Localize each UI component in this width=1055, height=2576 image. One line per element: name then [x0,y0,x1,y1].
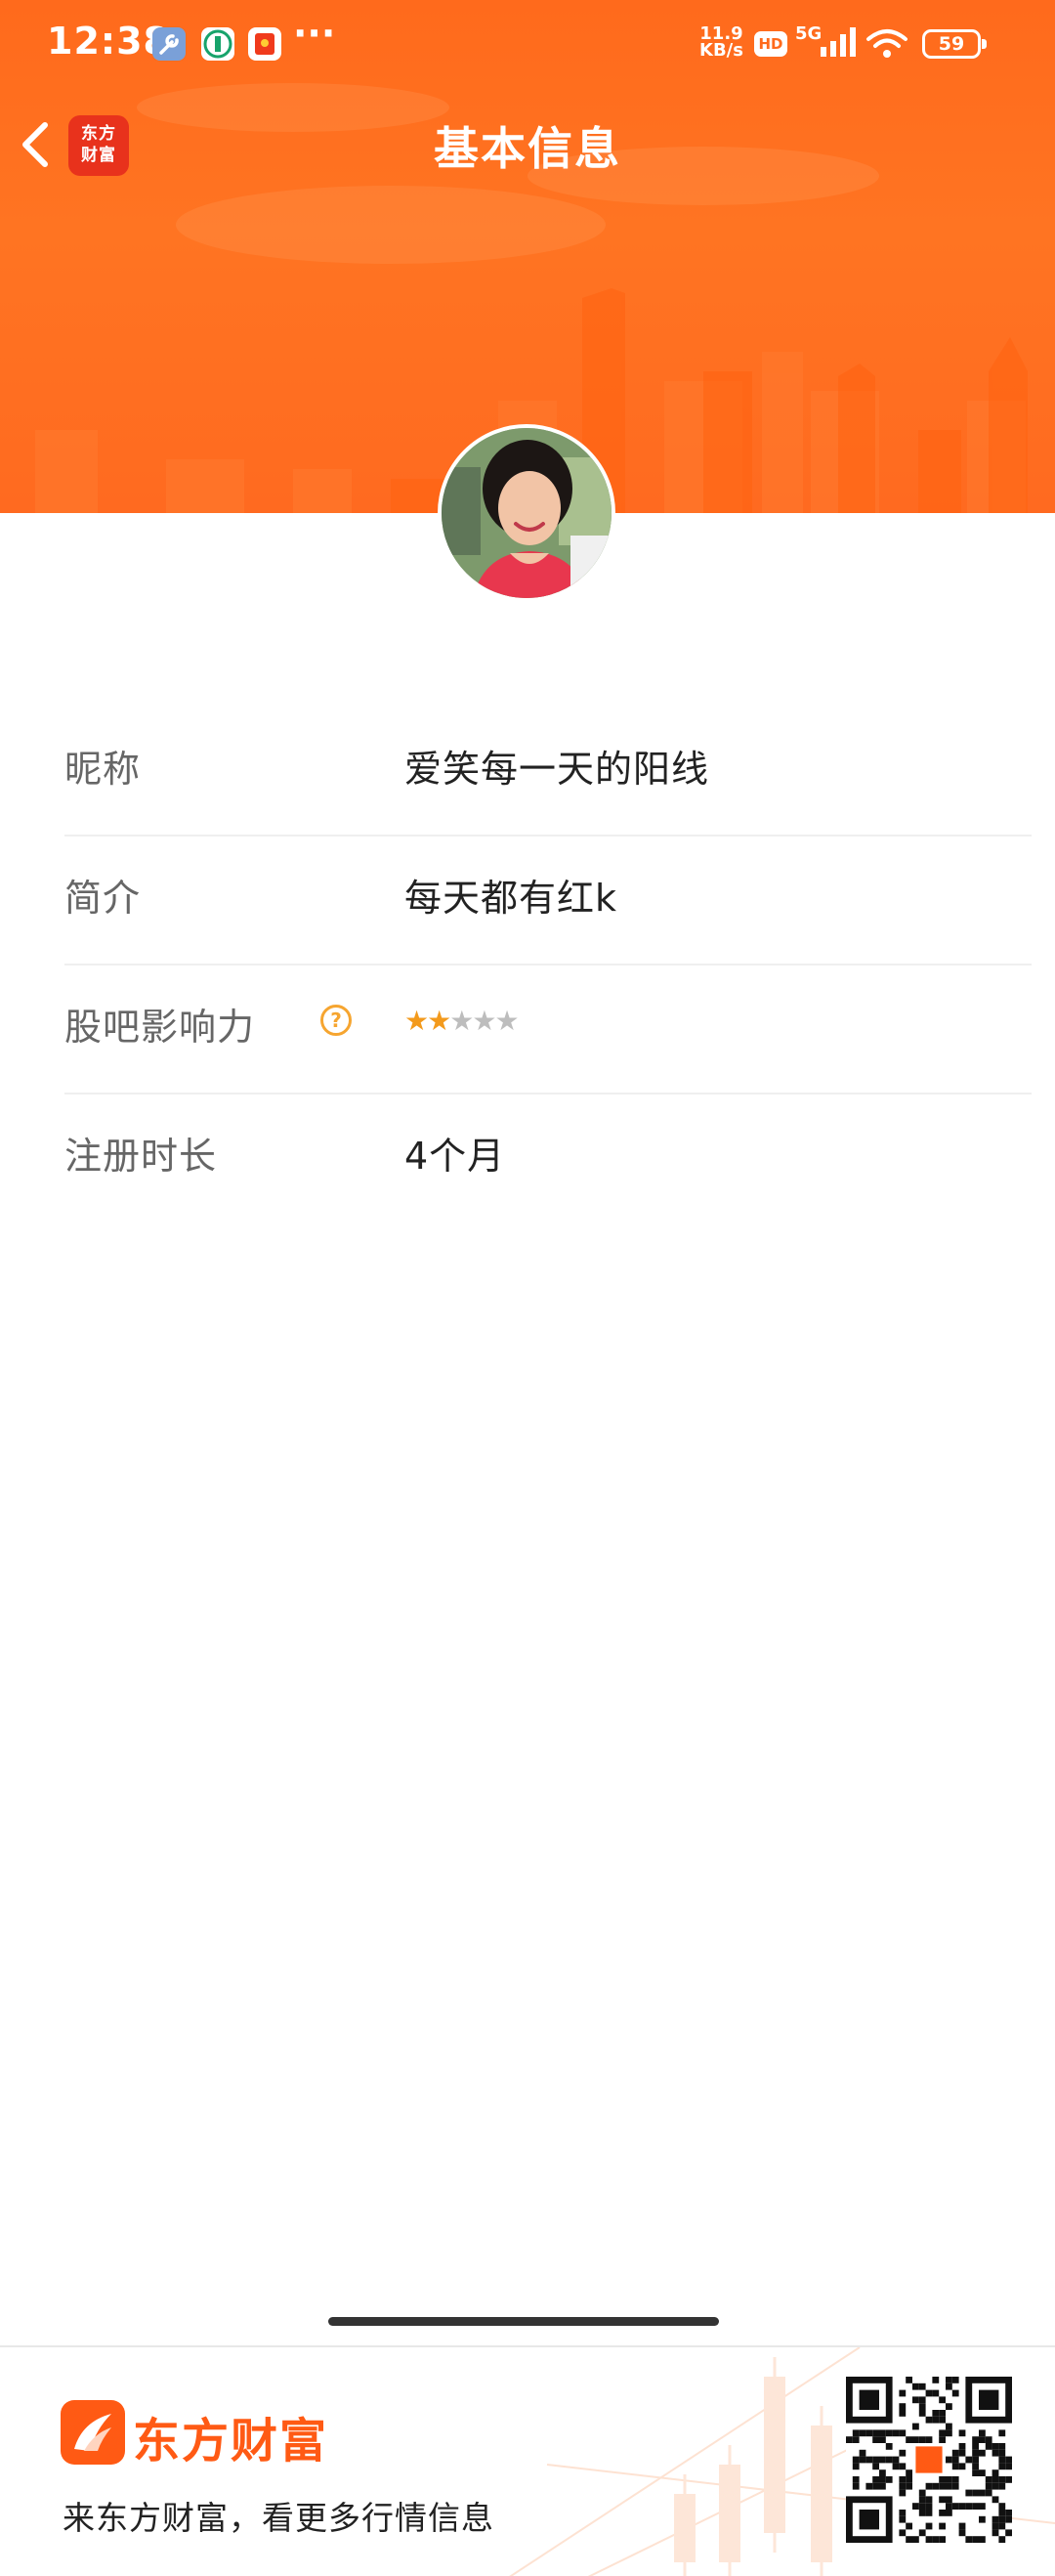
more-notifications-icon: ··· [293,12,336,55]
info-row-registration: 注册时长 4个月 [64,1095,1032,1224]
star-filled-icon: ★ [404,1005,429,1037]
info-row-bio: 简介 每天都有红k [64,837,1032,966]
banner-slogan: 来东方财富，看更多行情信息 [63,2499,494,2537]
home-indicator[interactable] [328,2317,719,2326]
battery-indicator: 59 [922,29,987,59]
star-empty-icon: ★ [449,1005,474,1037]
nickname-label: 昵称 [64,748,142,791]
bio-value: 每天都有红k [404,877,618,920]
nickname-value: 爱笑每一天的阳线 [404,748,710,791]
question-mark-icon[interactable]: ? [320,1005,352,1036]
brand-name: 东方财富 [133,2414,329,2469]
brand-logo-icon [61,2400,125,2465]
registration-value: 4个月 [404,1135,506,1178]
profile-basic-info-page: 12:38 ··· 11.9 KB/s HD 5G 59 东方 财富 基本信息 … [0,0,1055,2576]
network-speed: 11.9 KB/s [699,25,743,61]
qr-code [846,2377,1012,2543]
info-row-influence: 股吧影响力 ? ★★★★★ [64,966,1032,1095]
green-app-icon [201,27,234,61]
red-envelope-icon [248,27,281,61]
download-app-banner[interactable]: 东方财富 来东方财富，看更多行情信息 [0,2345,1055,2576]
influence-star-rating: ★★★★★ [404,1005,520,1037]
avatar-photo [442,428,612,598]
status-bar: 12:38 ··· 11.9 KB/s HD 5G 59 [0,0,1055,90]
influence-label: 股吧影响力 [64,1006,256,1049]
star-filled-icon: ★ [427,1005,451,1037]
wrench-app-icon [152,27,186,61]
page-title: 基本信息 [434,122,621,175]
wifi-icon [866,29,907,58]
star-empty-icon: ★ [494,1005,519,1037]
registration-label: 注册时长 [64,1135,218,1178]
net-speed-unit: KB/s [699,40,743,61]
avatar[interactable] [438,424,615,602]
bio-label: 简介 [64,877,142,920]
info-row-nickname: 昵称 爱笑每一天的阳线 [64,708,1032,837]
signal-strength-icon [821,27,856,57]
hd-voice-icon: HD [754,31,787,57]
star-empty-icon: ★ [472,1005,496,1037]
profile-info-list: 昵称 爱笑每一天的阳线 简介 每天都有红k 股吧影响力 ? ★★★★★ 注册时长… [64,708,1032,1224]
